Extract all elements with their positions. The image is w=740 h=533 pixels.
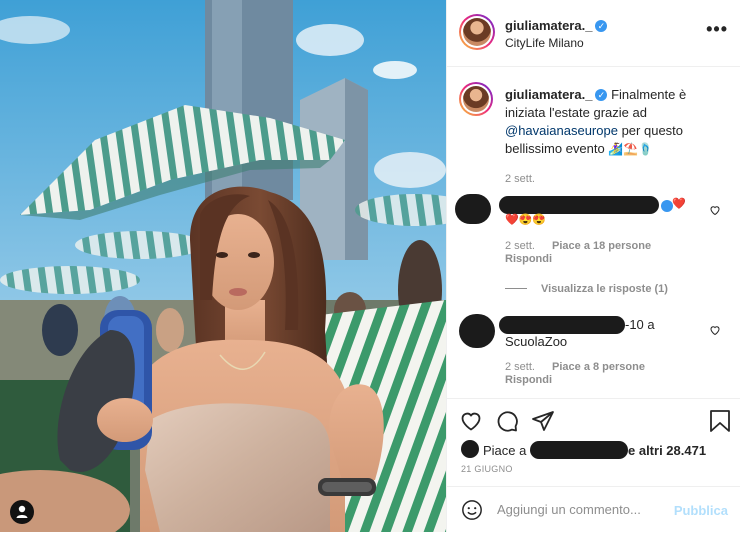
comment-time[interactable]: 2 sett. — [505, 240, 535, 252]
comment-likes[interactable]: Piace a 18 persone — [552, 240, 651, 252]
post-header: giuliamatera._ ✓ CityLife Milano ••• — [447, 0, 740, 67]
comment-reply-button[interactable]: Rispondi — [505, 253, 552, 265]
comment-like-heart-icon[interactable] — [709, 204, 721, 216]
comment-meta: 2 sett. Piace a 18 persone — [505, 240, 651, 252]
verified-badge-icon: ✓ — [595, 20, 608, 32]
add-comment-bar: Pubblica — [447, 486, 740, 533]
user-tag-icon[interactable] — [10, 500, 34, 524]
likes-prefix: Piace a — [483, 443, 527, 458]
comment-avatar-redacted[interactable] — [455, 194, 491, 224]
comment-emojis-line1: ❤️ — [672, 198, 686, 210]
caption-avatar[interactable] — [459, 82, 493, 116]
author-username[interactable]: giuliamatera._ — [505, 18, 592, 33]
comment-text-line2: ScuolaZoo — [505, 334, 568, 349]
comment-meta: 2 sett. Piace a 8 persone — [505, 361, 645, 373]
bookmark-icon[interactable] — [709, 409, 731, 433]
likes-suffix[interactable]: e altri 28.471 — [628, 443, 706, 458]
replies-divider — [505, 288, 527, 289]
view-replies-label: Visualizza le risposte (1) — [541, 283, 668, 295]
post-caption: giuliamatera._ ✓ Finalmente è iniziata l'… — [505, 86, 730, 188]
comment-username-redacted[interactable] — [499, 316, 625, 334]
comment-avatar-redacted[interactable] — [459, 314, 495, 348]
comment-likes[interactable]: Piace a 8 persone — [552, 361, 645, 373]
post-location[interactable]: CityLife Milano — [505, 36, 584, 50]
caption-time[interactable]: 2 sett. — [505, 170, 730, 188]
author-name-row: giuliamatera._ ✓ — [505, 17, 608, 35]
comment-icon[interactable] — [495, 409, 519, 433]
caption-username[interactable]: giuliamatera._ — [505, 87, 592, 102]
emoji-icon[interactable] — [461, 499, 483, 521]
post-sidebar: giuliamatera._ ✓ CityLife Milano ••• giul… — [446, 0, 740, 532]
heart-icon[interactable] — [459, 409, 483, 433]
more-options-icon[interactable]: ••• — [706, 19, 728, 40]
author-avatar[interactable] — [459, 14, 495, 50]
comment-time[interactable]: 2 sett. — [505, 361, 535, 373]
caption-emojis: 🏄‍♀️⛱️🩴 — [608, 142, 654, 156]
comment-text-suffix: -10 a — [625, 317, 655, 332]
view-replies-button[interactable]: Visualizza le risposte (1) — [505, 283, 668, 295]
likes-avatar-redacted[interactable] — [461, 440, 479, 458]
verified-badge-icon: ✓ — [595, 89, 608, 101]
caption-mention[interactable]: @havaianaseurope — [505, 123, 618, 138]
publish-button[interactable]: Pubblica — [674, 503, 728, 518]
likes-summary[interactable]: Piace a e altri 28.471 — [483, 441, 706, 459]
post-photo[interactable] — [0, 0, 446, 532]
comment-reply-button[interactable]: Rispondi — [505, 374, 552, 386]
post-date[interactable]: 21 GIUGNO — [461, 464, 513, 474]
comment-emojis-line2: ❤️😍😍 — [505, 214, 547, 226]
likes-username-redacted[interactable] — [530, 441, 628, 459]
comment-input[interactable] — [495, 501, 669, 518]
share-icon[interactable] — [531, 409, 555, 433]
comment-like-heart-icon[interactable] — [709, 324, 721, 336]
